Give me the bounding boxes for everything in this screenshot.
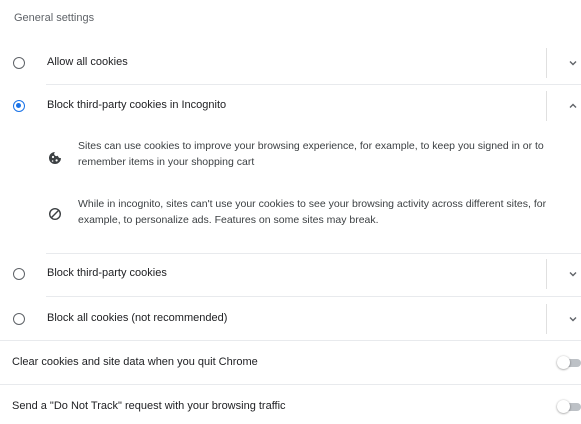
divider [546, 304, 547, 334]
block-incognito-radio[interactable] [13, 100, 25, 112]
block-icon [48, 207, 62, 221]
chevron-down-icon[interactable] [568, 269, 578, 279]
clear-on-quit-toggle[interactable] [557, 356, 581, 370]
divider [0, 340, 581, 341]
chevron-down-icon[interactable] [568, 58, 578, 68]
cookie-icon [49, 152, 61, 164]
cookie-option-block-incognito[interactable]: Block third-party cookies in Incognito [0, 91, 581, 121]
do-not-track-label: Send a "Do Not Track" request with your … [12, 400, 286, 412]
incognito-detail-tracking: While in incognito, sites can't use your… [78, 198, 547, 226]
allow-all-label: Allow all cookies [47, 56, 128, 68]
do-not-track-toggle[interactable] [557, 400, 581, 414]
block-all-radio[interactable] [13, 313, 25, 325]
allow-all-radio[interactable] [13, 57, 25, 69]
cookie-option-allow-all[interactable]: Allow all cookies [0, 48, 581, 78]
section-title: General settings [14, 12, 95, 24]
block-all-label: Block all cookies (not recommended) [47, 312, 228, 324]
cookie-option-block-all[interactable]: Block all cookies (not recommended) [0, 304, 581, 334]
divider [46, 253, 581, 254]
clear-on-quit-row[interactable]: Clear cookies and site data when you qui… [0, 348, 581, 378]
block-third-party-label: Block third-party cookies [47, 267, 167, 279]
block-third-party-radio[interactable] [13, 268, 25, 280]
divider [546, 48, 547, 78]
divider [546, 91, 547, 121]
divider [546, 259, 547, 289]
incognito-detail-cookies: Sites can use cookies to improve your br… [78, 140, 544, 168]
divider [46, 84, 581, 85]
chevron-up-icon[interactable] [568, 101, 578, 111]
do-not-track-row[interactable]: Send a "Do Not Track" request with your … [0, 392, 581, 422]
divider [0, 384, 581, 385]
block-incognito-label: Block third-party cookies in Incognito [47, 99, 227, 111]
clear-on-quit-label: Clear cookies and site data when you qui… [12, 356, 258, 368]
toggle-knob [557, 356, 570, 369]
toggle-knob [557, 400, 570, 413]
cookie-option-block-third-party[interactable]: Block third-party cookies [0, 259, 581, 289]
chevron-down-icon[interactable] [568, 314, 578, 324]
divider [46, 296, 581, 297]
